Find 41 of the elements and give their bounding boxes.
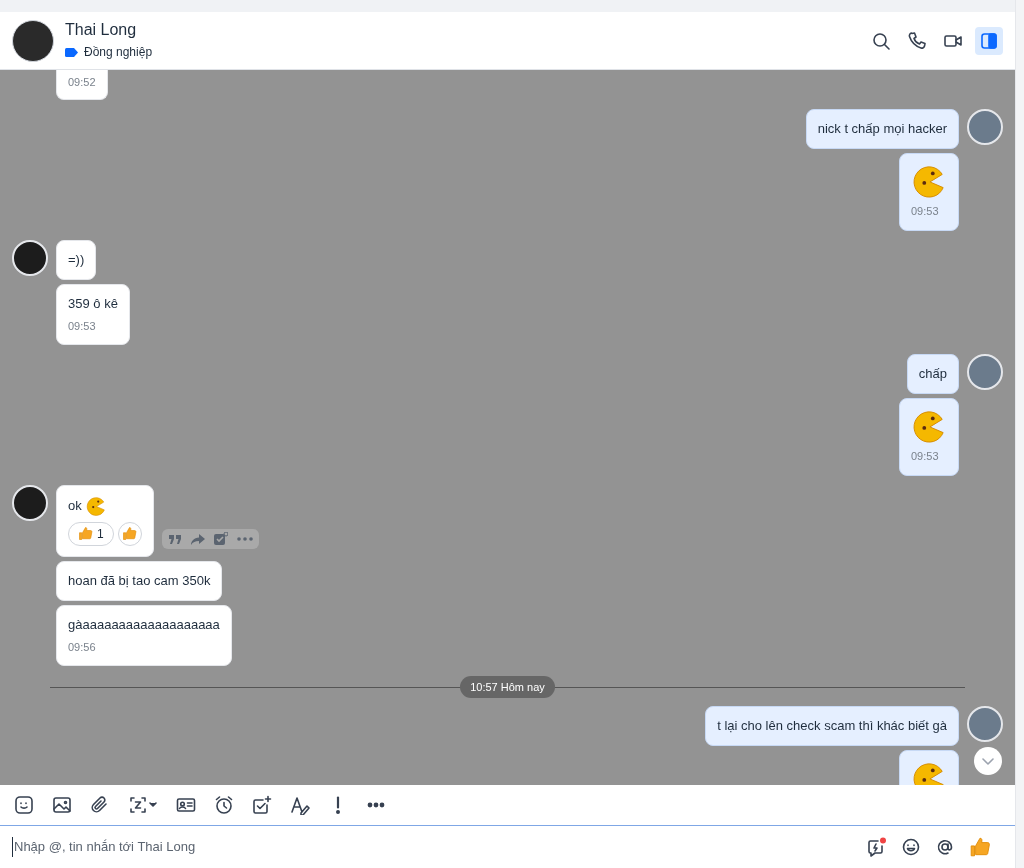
sticker-icon[interactable]	[14, 795, 34, 815]
forward-icon[interactable]	[190, 531, 205, 546]
task-icon[interactable]	[252, 795, 272, 815]
contact-tag[interactable]: Đồng nghiệp	[84, 43, 153, 61]
sticker-icon	[912, 761, 946, 785]
message-text: ok	[68, 496, 82, 515]
message-text: 359 ô kê	[68, 294, 118, 313]
message-text: nick t chấp mọi hacker	[817, 120, 947, 138]
thumbs-up-icon	[78, 526, 93, 541]
mention-icon[interactable]	[935, 837, 955, 857]
sticker-icon	[912, 409, 946, 443]
avatar[interactable]	[12, 239, 48, 276]
message-text: t lại cho lên check scam thì khác biết gà	[717, 717, 947, 735]
avatar[interactable]	[12, 19, 54, 62]
sticker-icon	[912, 164, 946, 198]
thumbs-up-icon	[122, 526, 138, 541]
text-format-icon[interactable]	[290, 795, 310, 815]
tag-icon	[65, 47, 78, 57]
emoji-icon[interactable]	[901, 837, 921, 857]
alarm-clock-icon[interactable]	[214, 795, 234, 815]
thumbs-up-icon[interactable]	[969, 836, 991, 858]
avatar[interactable]	[12, 484, 48, 521]
scroll-down-button[interactable]	[974, 747, 1002, 775]
select-icon[interactable]	[213, 531, 228, 546]
image-icon[interactable]	[52, 795, 72, 815]
screenshot-icon[interactable]	[128, 795, 158, 815]
message-time: 09:52	[68, 75, 96, 90]
message-time: 09:53	[911, 204, 940, 219]
message-time: 09:53	[68, 318, 97, 334]
message-time: 09:53	[911, 449, 940, 464]
message-text: chấp	[918, 365, 947, 383]
message-input[interactable]: Nhập @, tin nhắn tới Thai Long	[12, 837, 867, 857]
paperclip-icon[interactable]	[90, 795, 110, 815]
message-text: gàaaaaaaaaaaaaaaaaaaa	[68, 615, 220, 634]
reaction-chip[interactable]: 1	[68, 521, 114, 546]
message-text: hoan đã bị tao cam 350k	[68, 571, 211, 590]
contact-name: Thai Long	[65, 20, 138, 40]
contact-card-icon[interactable]	[176, 795, 196, 815]
quick-message-icon[interactable]	[867, 837, 887, 857]
message-time: 09:56	[68, 639, 97, 655]
message-text: =))	[68, 250, 85, 269]
